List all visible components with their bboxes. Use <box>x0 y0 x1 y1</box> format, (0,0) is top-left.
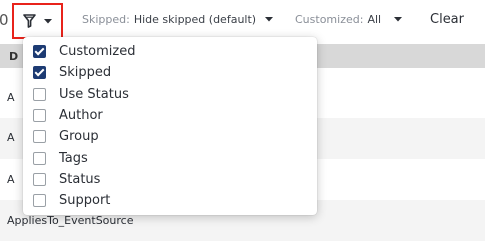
left-edge-glyph: 0 <box>0 11 9 29</box>
customized-filter-select[interactable]: Customized: All <box>295 13 403 26</box>
filter-option-label: Skipped <box>59 65 112 81</box>
filter-option-group[interactable]: Group <box>23 126 317 147</box>
customized-filter-value: All <box>367 13 382 26</box>
column-filter-dropdown: Customized Skipped Use Status Author Group Ta… <box>23 37 317 215</box>
checkbox[interactable] <box>33 194 46 208</box>
filter-option-label: Use Status <box>59 86 129 102</box>
column-filter-button[interactable] <box>12 3 63 39</box>
filter-option-author[interactable]: Author <box>23 105 317 126</box>
chevron-down-icon <box>394 17 403 22</box>
clear-button[interactable]: Clear <box>430 12 464 27</box>
filter-option-status[interactable]: Status <box>23 169 317 190</box>
checkbox-checked[interactable] <box>33 66 46 80</box>
table-cell: A <box>7 91 15 104</box>
filter-option-tags[interactable]: Tags <box>23 147 317 168</box>
filter-option-customized[interactable]: Customized <box>23 41 317 62</box>
filter-option-use-status[interactable]: Use Status <box>23 84 317 105</box>
customized-filter-label: Customized: <box>295 13 364 26</box>
filter-funnel-icon <box>23 14 36 28</box>
filter-option-label: Customized <box>59 44 136 60</box>
checkbox[interactable] <box>33 130 46 144</box>
checkbox-checked[interactable] <box>33 45 46 59</box>
table-cell: A <box>7 131 15 144</box>
filter-option-skipped[interactable]: Skipped <box>23 62 317 83</box>
skipped-filter-value: Hide skipped (default) <box>133 13 257 26</box>
checkbox[interactable] <box>33 87 46 101</box>
filter-option-label: Author <box>59 108 103 124</box>
column-header-label: D <box>9 50 19 63</box>
chevron-down-icon <box>265 17 274 22</box>
skipped-filter-select[interactable]: Skipped: Hide skipped (default) <box>82 13 274 26</box>
checkbox[interactable] <box>33 109 46 123</box>
filter-option-label: Support <box>59 193 111 209</box>
filter-option-support[interactable]: Support <box>23 190 317 211</box>
table-cell: A <box>7 173 15 186</box>
chevron-down-icon <box>44 18 52 23</box>
filter-option-label: Tags <box>59 150 88 166</box>
skipped-filter-label: Skipped: <box>82 13 130 26</box>
table-cell: AppliesTo_EventSource <box>7 214 134 227</box>
checkbox[interactable] <box>33 172 46 186</box>
filter-option-label: Status <box>59 171 101 187</box>
filter-option-label: Group <box>59 129 99 145</box>
checkbox[interactable] <box>33 151 46 165</box>
